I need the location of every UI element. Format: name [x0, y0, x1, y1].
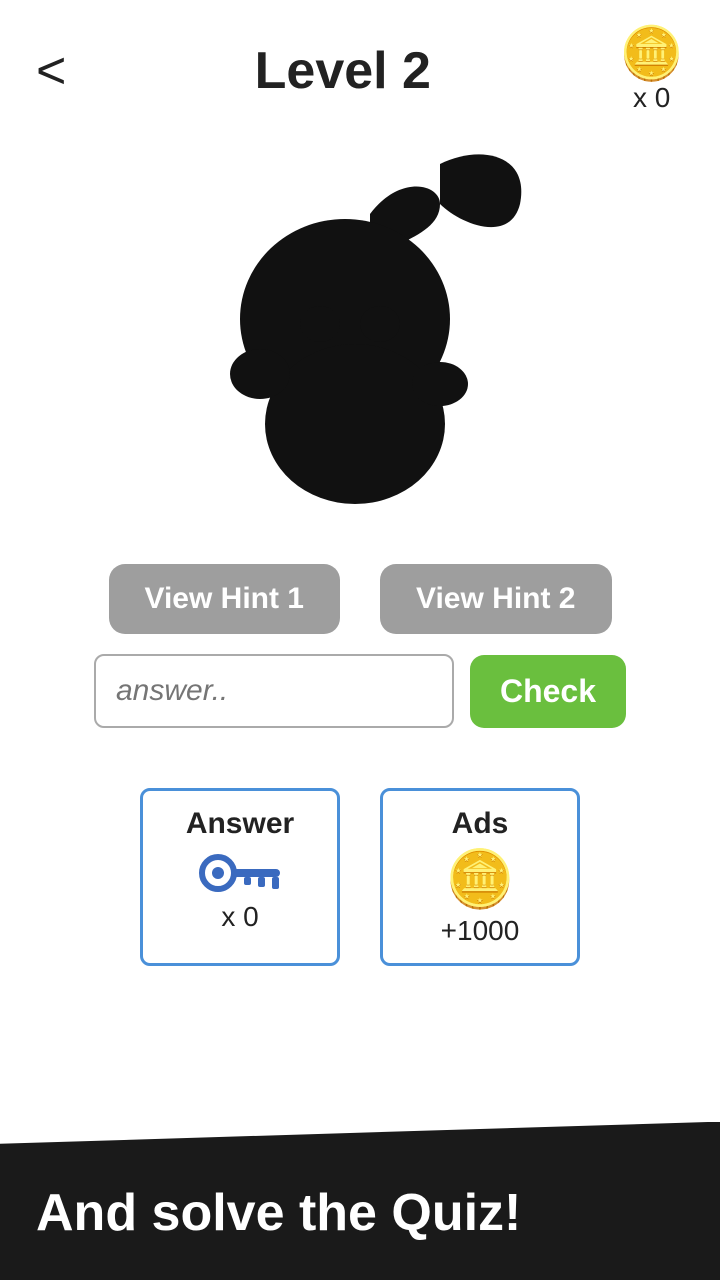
- answer-powerup-card[interactable]: Answer x 0: [140, 788, 340, 966]
- answer-powerup-title: Answer: [186, 807, 294, 841]
- pokemon-silhouette: [170, 134, 550, 534]
- silhouette-area: [0, 124, 720, 554]
- coins-count: x 0: [633, 82, 670, 114]
- hint2-button[interactable]: View Hint 2: [380, 564, 612, 634]
- back-button[interactable]: <: [36, 45, 66, 97]
- coins-area: 🪙 x 0: [619, 28, 684, 114]
- answer-powerup-count: x 0: [221, 901, 258, 933]
- powerups-row: Answer x 0 Ads 🪙 +1000: [0, 758, 720, 986]
- ads-powerup-card[interactable]: Ads 🪙 +1000: [380, 788, 580, 966]
- hints-row: View Hint 1 View Hint 2: [0, 554, 720, 654]
- level-title: Level 2: [255, 41, 431, 101]
- answer-input[interactable]: [94, 654, 454, 728]
- ads-powerup-title: Ads: [452, 807, 509, 841]
- ads-powerup-count: +1000: [441, 915, 520, 947]
- hint1-button[interactable]: View Hint 1: [109, 564, 341, 634]
- check-button[interactable]: Check: [470, 655, 626, 728]
- key-icon: [190, 851, 290, 901]
- bottom-banner: And solve the Quiz!: [0, 1122, 720, 1280]
- coins-icon: 🪙: [619, 28, 684, 80]
- coins-pile-icon: 🪙: [445, 851, 515, 907]
- header: < Level 2 🪙 x 0: [0, 0, 720, 124]
- answer-row: Check: [0, 654, 720, 758]
- key-icon-wrap: [190, 851, 290, 901]
- banner-text: And solve the Quiz!: [36, 1182, 521, 1244]
